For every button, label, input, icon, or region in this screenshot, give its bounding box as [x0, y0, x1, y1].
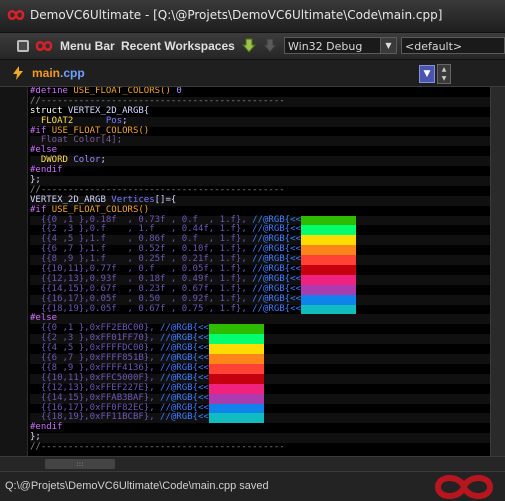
- color-swatch: [301, 225, 356, 236]
- code-text: #if USE_FLOAT_COLORS(): [30, 204, 150, 215]
- color-swatch: [301, 265, 356, 275]
- build-config-select[interactable]: Win32 Debug ▼: [284, 37, 397, 54]
- code-text: //--------------------------------------…: [30, 442, 285, 453]
- code-line[interactable]: #endif: [30, 165, 490, 176]
- code-text: {{6 ,7 },1.f , 0.52f , 0.10f, 1.f}, //@R…: [30, 244, 307, 255]
- download-arrow-icon[interactable]: [241, 37, 257, 55]
- toolbar: Menu Bar Recent Workspaces Win32 Debug ▼…: [0, 33, 505, 60]
- code-text: {{10,11},0xFFC5000F}, //@RGB{<<<: [30, 372, 215, 383]
- code-text: {{4 ,5 },0xFFFFDC00}, //@RGB{<<<: [30, 343, 215, 354]
- scrollbar-thumb[interactable]: :::: [45, 459, 115, 469]
- code-text: {{14,15},0.67f , 0.23f , 0.67f, 1.f}, //…: [30, 283, 307, 294]
- platform-value: <default>: [405, 40, 463, 53]
- tab-bar: main.cpp ▼ ▲ ▼: [0, 60, 505, 87]
- code-text: Float Color[4];: [40, 135, 123, 146]
- code-text: {{12,13},0xFFEF227E}, //@RGB{<<<: [30, 382, 215, 393]
- title-bar: DemoVC6Ultimate - [Q:\@Projets\DemoVC6Ul…: [0, 0, 505, 33]
- code-text: #endif: [30, 422, 63, 433]
- color-swatch: [208, 344, 264, 355]
- code-text: {{8 ,9 },1.f , 0.25f , 0.21f, 1.f}, //@R…: [30, 254, 307, 265]
- code-text: #if USE_FLOAT_COLORS(): [30, 125, 150, 136]
- app-logo-icon: [7, 9, 25, 21]
- download-disabled-icon[interactable]: [263, 37, 277, 55]
- color-swatch: [208, 334, 264, 345]
- code-text: {{0 ,1 },0xFF2EBC00}, //@RGB{<<<: [30, 323, 215, 334]
- code-text: {{10,11},0.77f , 0.f , 0.05f, 1.f}, //@R…: [30, 264, 307, 275]
- tab-main-cpp[interactable]: main.cpp: [32, 66, 85, 80]
- tab-file-extension: .cpp: [60, 66, 85, 80]
- code-text: #else: [30, 145, 58, 156]
- code-line[interactable]: #endif: [30, 422, 490, 433]
- code-text: {{8 ,9 },0xFFFF4136}, //@RGB{<<<: [30, 362, 215, 373]
- color-swatch: [208, 324, 264, 335]
- code-text: {{0 ,1 },0.18f , 0.73f , 0.f , 1.f}, //@…: [30, 214, 307, 225]
- code-text: };: [30, 175, 41, 186]
- color-swatch: [301, 274, 356, 285]
- code-text: #define USE_FLOAT_COLORS() 0: [30, 87, 182, 96]
- color-swatch: [208, 354, 264, 364]
- platform-select[interactable]: <default>: [401, 37, 505, 54]
- code-text: //--------------------------------------…: [30, 95, 285, 106]
- code-text: {{18,19},0.05f , 0.67f , 0.75 , 1.f}, //…: [30, 303, 307, 314]
- code-text: {{2 ,3 },0xFF01FF70}, //@RGB{<<<: [30, 333, 215, 344]
- code-text: {{14,15},0xFFAB3BAF}, //@RGB{<<<: [30, 392, 215, 403]
- code-line[interactable]: {{18,19},0.05f , 0.67f , 0.75 , 1.f}, //…: [30, 303, 490, 315]
- color-swatch: [301, 215, 356, 226]
- color-swatch: [208, 403, 264, 414]
- code-text: {{16,17},0xFF0F82EC}, //@RGB{<<<: [30, 402, 215, 413]
- code-text: VERTEX_2D_ARGB Vertices[]={: [30, 194, 177, 205]
- code-text: {{6 ,7 },0xFFFF851B}, //@RGB{<<<: [30, 353, 215, 364]
- app-logo-icon: [434, 475, 494, 499]
- recent-workspaces-button[interactable]: Recent Workspaces: [121, 39, 235, 53]
- color-swatch: [208, 413, 264, 424]
- color-swatch: [301, 255, 356, 266]
- color-swatch: [208, 393, 264, 404]
- horizontal-scrollbar[interactable]: :::: [0, 456, 505, 471]
- code-text: };: [30, 432, 41, 443]
- code-text: DWORD Color;: [40, 155, 106, 166]
- code-text: {{18,19},0xFF11BCBF}, //@RGB{<<<: [30, 412, 215, 423]
- color-swatch: [208, 363, 264, 374]
- tab-file-name: main: [32, 66, 61, 80]
- app-logo-icon[interactable]: [34, 37, 54, 55]
- code-area[interactable]: #define USE_FLOAT_COLORS() 0//----------…: [30, 87, 490, 453]
- menu-bar-button[interactable]: Menu Bar: [60, 39, 115, 53]
- code-line[interactable]: //--------------------------------------…: [30, 442, 490, 453]
- color-swatch: [208, 383, 264, 394]
- code-text: #else: [30, 313, 58, 324]
- build-config-value: Win32 Debug: [288, 40, 363, 53]
- code-text: {{16,17},0.05f , 0.50 , 0.92f, 1.f}, //@…: [30, 293, 307, 304]
- code-text: {{4 ,5 },1.f , 0.86f , 0.f , 1.f}, //@RG…: [30, 234, 307, 245]
- status-bar: Q:\@Projets\DemoVC6Ultimate\Code\main.cp…: [0, 471, 505, 501]
- chevron-up-icon[interactable]: ▲: [438, 65, 450, 74]
- vertical-scrollbar[interactable]: [490, 87, 505, 456]
- chevron-down-icon[interactable]: ▼: [380, 38, 396, 53]
- code-line[interactable]: {{18,19},0xFF11BCBF}, //@RGB{<<<: [30, 412, 490, 424]
- window-title: DemoVC6Ultimate - [Q:\@Projets\DemoVC6Ul…: [30, 8, 443, 22]
- code-text: #endif: [30, 165, 63, 176]
- code-text: struct VERTEX_2D_ARGB{: [30, 105, 150, 116]
- color-swatch: [301, 235, 356, 246]
- editor-gutter: [0, 87, 28, 456]
- tab-scroll-spinner[interactable]: ▲ ▼: [437, 64, 451, 84]
- code-text: {{12,13},0.93f , 0.18f , 0.49f, 1.f}, //…: [30, 273, 307, 284]
- color-swatch: [301, 284, 356, 295]
- status-text: Q:\@Projets\DemoVC6Ultimate\Code\main.cp…: [5, 480, 269, 492]
- toolbar-grip-icon[interactable]: [16, 37, 30, 55]
- code-text: //--------------------------------------…: [30, 184, 285, 195]
- lightning-icon: [13, 66, 23, 80]
- code-line[interactable]: Float Color[4];: [30, 135, 490, 147]
- code-line[interactable]: DWORD Color;: [30, 155, 490, 167]
- code-text: FLOAT2 Pos;: [40, 115, 128, 126]
- code-editor[interactable]: #define USE_FLOAT_COLORS() 0//----------…: [0, 87, 490, 456]
- color-swatch: [301, 304, 356, 315]
- color-swatch: [301, 245, 356, 256]
- color-swatch: [301, 294, 356, 305]
- tab-list-dropdown-icon[interactable]: ▼: [419, 65, 435, 83]
- code-text: {{2 ,3 },0.f , 1.f , 0.44f, 1.f}, //@RGB…: [30, 224, 307, 235]
- chevron-down-icon[interactable]: ▼: [438, 74, 450, 83]
- color-swatch: [208, 373, 264, 384]
